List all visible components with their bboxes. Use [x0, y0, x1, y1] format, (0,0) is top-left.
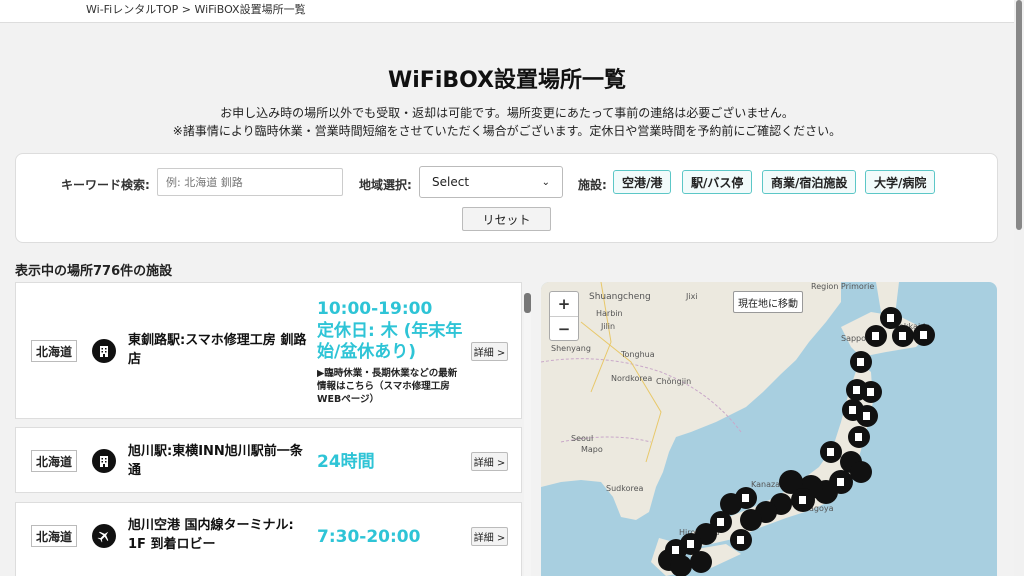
map-markers: [658, 307, 935, 576]
notice-line-1: お申し込み時の場所以外でも受取・返却は可能です。場所変更にあたって事前の連絡は必…: [220, 106, 794, 120]
building-icon: [92, 339, 116, 363]
opening-hours: 24時間: [317, 452, 375, 472]
closed-days: 定休日: 木 (年末年始/盆休あり): [317, 321, 463, 362]
filter-station-bus[interactable]: 駅/バス停: [682, 170, 753, 194]
region-select-value: Select: [432, 175, 470, 189]
region-badge: 北海道: [31, 525, 77, 547]
region-badge: 北海道: [31, 340, 77, 362]
region-select[interactable]: Select ⌄: [419, 166, 563, 198]
current-location-button[interactable]: 現在地に移動: [733, 291, 803, 313]
chevron-down-icon: ⌄: [541, 176, 550, 188]
location-name: 旭川駅:東横INN旭川駅前一条通: [128, 444, 303, 478]
search-panel: キーワード検索: 地域選択: Select ⌄ 施設: 空港/港 駅/バス停 商…: [15, 153, 998, 243]
filter-airport-port[interactable]: 空港/港: [613, 170, 672, 194]
breadcrumb[interactable]: Wi-FiレンタルTOP > WiFiBOX設置場所一覧: [86, 1, 306, 17]
detail-button[interactable]: 詳細 >: [471, 527, 508, 546]
top-bar: Wi-FiレンタルTOP > WiFiBOX設置場所一覧: [0, 0, 1014, 23]
keyword-label: キーワード検索:: [61, 178, 150, 192]
list-scrollbar[interactable]: [524, 293, 531, 576]
region-label: 地域選択:: [359, 178, 412, 192]
location-list[interactable]: 北海道 東釧路駅:スマホ修理工房 釧路店 10:00-19:00 定休日: 木 …: [15, 282, 535, 576]
location-card[interactable]: 北海道 東釧路駅:スマホ修理工房 釧路店 10:00-19:00 定休日: 木 …: [15, 282, 522, 419]
location-name: 東釧路駅:スマホ修理工房 釧路店: [128, 333, 307, 367]
zoom-in-button[interactable]: +: [550, 292, 578, 317]
filter-commercial-hotel[interactable]: 商業/宿泊施設: [762, 170, 857, 194]
location-map[interactable]: Region Primorie Shuangcheng Jixi Harbin …: [541, 282, 997, 576]
filter-university-hospital[interactable]: 大学/病院: [865, 170, 936, 194]
opening-hours: 10:00-19:00: [317, 299, 433, 319]
location-card[interactable]: 北海道 旭川駅:東横INN旭川駅前一条通 24時間 詳細 >: [15, 427, 522, 493]
keyword-input[interactable]: [157, 168, 343, 196]
region-badge: 北海道: [31, 450, 77, 472]
zoom-control: + −: [549, 291, 579, 341]
list-scrollbar-thumb[interactable]: [524, 293, 531, 313]
opening-hours: 7:30-20:00: [317, 527, 421, 547]
airplane-icon: [92, 524, 116, 548]
location-name: 旭川空港 国内線ターミナル: 1F 到着ロビー: [128, 518, 294, 552]
building-icon: [92, 449, 116, 473]
notice-line-2: ※諸事情により臨時休業・営業時間短縮をさせていただく場合がございます。定休日や営…: [172, 124, 842, 138]
closure-info-link[interactable]: ▶臨時休業・長期休業などの最新情報はこちら（スマホ修理工房WEBページ）: [317, 367, 462, 406]
facility-label: 施設:: [578, 178, 607, 192]
detail-button[interactable]: 詳細 >: [471, 452, 508, 471]
location-card[interactable]: 北海道 旭川空港 国内線ターミナル: 1F 到着ロビー 7:30-20:00 詳…: [15, 502, 522, 576]
detail-button[interactable]: 詳細 >: [471, 342, 508, 361]
page-title: WiFiBOX設置場所一覧: [387, 68, 627, 93]
reset-button[interactable]: リセット: [462, 207, 551, 231]
zoom-out-button[interactable]: −: [550, 317, 578, 341]
result-count: 表示中の場所776件の施設: [15, 264, 173, 279]
page-scrollbar-thumb[interactable]: [1016, 0, 1022, 230]
